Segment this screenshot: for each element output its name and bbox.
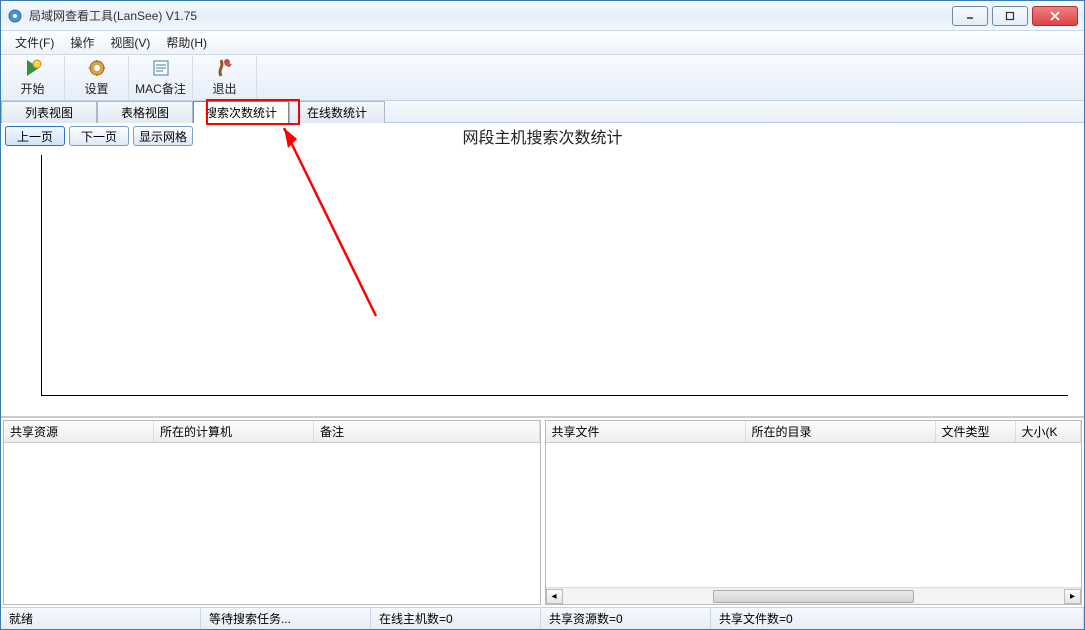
scroll-right-button[interactable]: ▸ — [1064, 589, 1081, 604]
shared-resource-panel: 共享资源 所在的计算机 备注 — [3, 420, 541, 605]
menu-view[interactable]: 视图(V) — [102, 32, 158, 53]
next-page-button[interactable]: 下一页 — [69, 126, 129, 146]
col-remark[interactable]: 备注 — [314, 421, 540, 442]
exit-icon — [215, 58, 235, 78]
toolbar: 开始 设置 MAC备注 退出 — [1, 55, 1084, 101]
tab-list-view[interactable]: 列表视图 — [1, 101, 97, 123]
menu-operate[interactable]: 操作 — [62, 32, 102, 53]
gear-icon — [87, 58, 107, 78]
toolbar-start-button[interactable]: 开始 — [1, 56, 65, 100]
menu-file[interactable]: 文件(F) — [7, 32, 62, 53]
view-tabs: 列表视图 表格视图 搜索次数统计 在线数统计 — [1, 101, 1084, 123]
lower-panels: 共享资源 所在的计算机 备注 共享文件 所在的目录 文件类型 大小(K ◂ ▸ — [1, 417, 1084, 607]
toolbar-exit-button[interactable]: 退出 — [193, 56, 257, 100]
menubar: 文件(F) 操作 视图(V) 帮助(H) — [1, 31, 1084, 55]
right-list-header: 共享文件 所在的目录 文件类型 大小(K — [546, 421, 1082, 443]
shared-file-panel: 共享文件 所在的目录 文件类型 大小(K ◂ ▸ — [545, 420, 1083, 605]
show-grid-button[interactable]: 显示网格 — [133, 126, 193, 146]
chart-area — [1, 149, 1084, 417]
toolbar-settings-label: 设置 — [84, 80, 108, 97]
toolbar-macnote-button[interactable]: MAC备注 — [129, 56, 193, 100]
statusbar: 就绪 等待搜索任务... 在线主机数=0 共享资源数=0 共享文件数=0 — [1, 607, 1084, 629]
prev-page-button[interactable]: 上一页 — [5, 126, 65, 146]
window-buttons — [952, 6, 1078, 26]
status-ready: 就绪 — [1, 608, 201, 629]
app-icon — [7, 8, 23, 24]
note-icon — [151, 58, 171, 78]
right-list-body[interactable] — [546, 443, 1082, 587]
left-list-header: 共享资源 所在的计算机 备注 — [4, 421, 540, 443]
status-shared-resources: 共享资源数=0 — [541, 608, 711, 629]
left-list-body[interactable] — [4, 443, 540, 604]
play-icon — [23, 58, 43, 78]
col-size[interactable]: 大小(K — [1016, 421, 1082, 442]
chart-title: 网段主机搜索次数统计 — [462, 124, 622, 148]
scroll-track[interactable] — [563, 589, 1065, 604]
right-scrollbar: ◂ ▸ — [546, 587, 1082, 604]
status-shared-files: 共享文件数=0 — [711, 608, 1084, 629]
app-window: 局域网查看工具(LanSee) V1.75 文件(F) 操作 视图(V) 帮助(… — [0, 0, 1085, 630]
chart-axes — [41, 155, 1068, 396]
window-title: 局域网查看工具(LanSee) V1.75 — [29, 7, 952, 24]
col-shared-resource[interactable]: 共享资源 — [4, 421, 154, 442]
col-directory[interactable]: 所在的目录 — [746, 421, 936, 442]
tab-online-stats[interactable]: 在线数统计 — [289, 101, 385, 123]
scroll-left-button[interactable]: ◂ — [546, 589, 563, 604]
toolbar-start-label: 开始 — [20, 80, 44, 97]
col-file-type[interactable]: 文件类型 — [936, 421, 1016, 442]
scroll-thumb[interactable] — [713, 590, 914, 603]
status-online-hosts: 在线主机数=0 — [371, 608, 541, 629]
col-host-computer[interactable]: 所在的计算机 — [154, 421, 314, 442]
menu-help[interactable]: 帮助(H) — [158, 32, 215, 53]
toolbar-exit-label: 退出 — [212, 80, 236, 97]
maximize-button[interactable] — [992, 6, 1028, 26]
col-shared-file[interactable]: 共享文件 — [546, 421, 746, 442]
toolbar-macnote-label: MAC备注 — [135, 80, 186, 97]
status-waiting: 等待搜索任务... — [201, 608, 371, 629]
titlebar: 局域网查看工具(LanSee) V1.75 — [1, 1, 1084, 31]
tab-table-view[interactable]: 表格视图 — [97, 101, 193, 123]
chart-nav-row: 上一页 下一页 显示网格 网段主机搜索次数统计 — [1, 123, 1084, 149]
toolbar-settings-button[interactable]: 设置 — [65, 56, 129, 100]
tab-search-stats[interactable]: 搜索次数统计 — [193, 101, 289, 123]
minimize-button[interactable] — [952, 6, 988, 26]
close-button[interactable] — [1032, 6, 1078, 26]
